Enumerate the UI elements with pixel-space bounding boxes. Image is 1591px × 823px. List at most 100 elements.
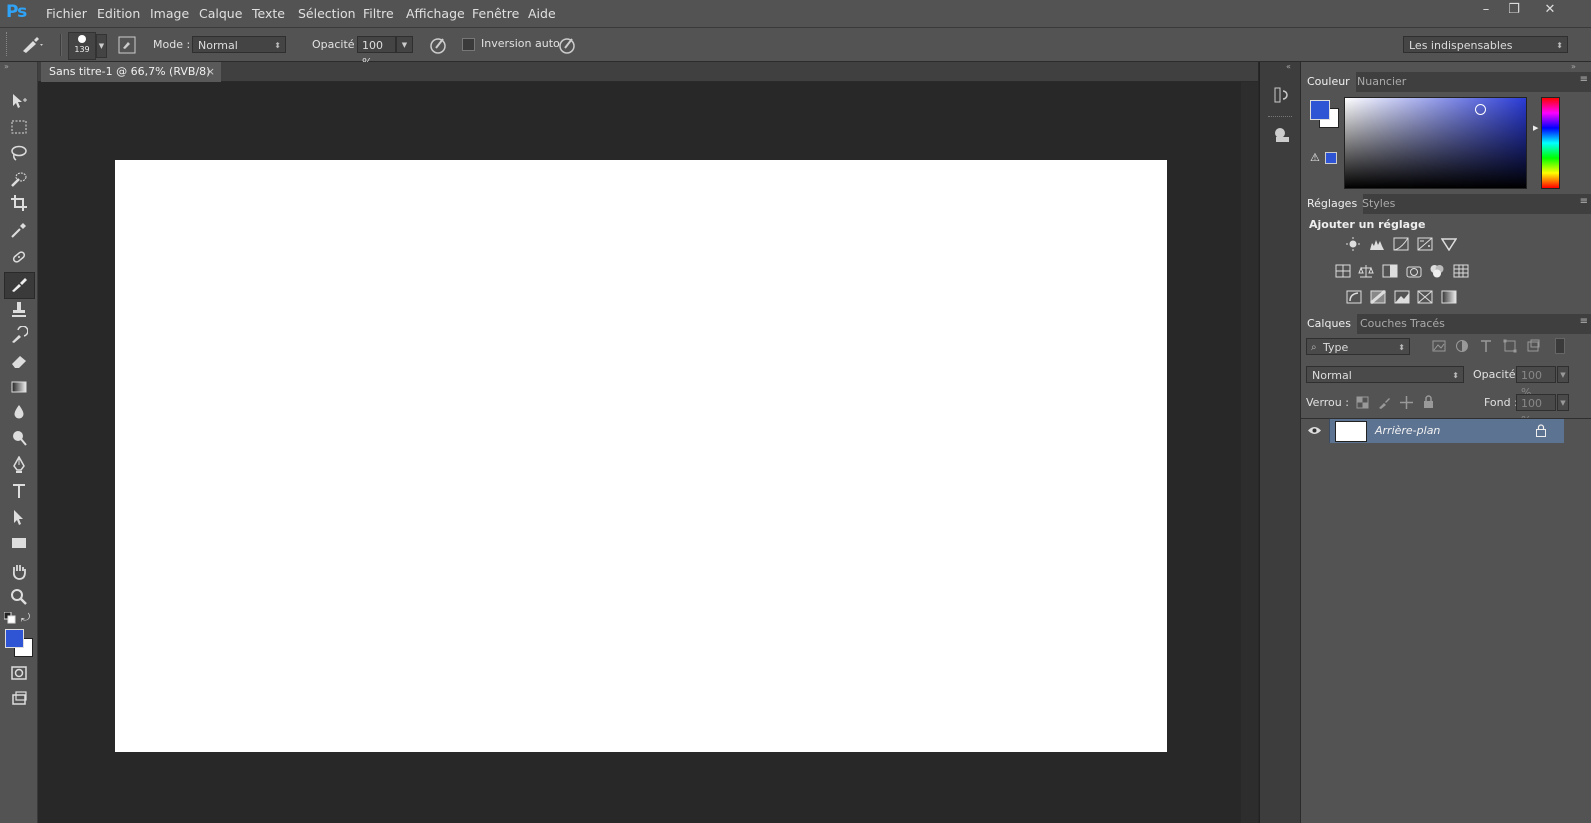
healing-brush-tool-icon[interactable] xyxy=(8,246,30,268)
filter-type-icon[interactable] xyxy=(1479,339,1493,356)
quick-selection-tool-icon[interactable] xyxy=(8,168,30,190)
hue-saturation-icon[interactable] xyxy=(1335,264,1351,278)
eyedropper-tool-icon[interactable] xyxy=(8,219,30,241)
hue-slider-handle-icon[interactable]: ▶ xyxy=(1533,124,1538,132)
visibility-toggle[interactable] xyxy=(1301,419,1330,443)
fill-arrow[interactable]: ▼ xyxy=(1557,394,1569,411)
brush-tool-preset-icon[interactable] xyxy=(20,36,46,57)
pressure-size-icon[interactable] xyxy=(557,35,577,58)
blur-tool-icon[interactable] xyxy=(8,401,30,423)
swap-colors-icon[interactable]: ⤾ xyxy=(21,611,30,625)
path-selection-tool-icon[interactable] xyxy=(8,506,30,528)
tab-styles[interactable]: Styles xyxy=(1356,194,1401,214)
lock-transparency-icon[interactable] xyxy=(1356,396,1369,412)
tab-reglages[interactable]: Réglages xyxy=(1301,194,1364,214)
workspace-select[interactable]: Les indispensables ⬍ xyxy=(1403,36,1568,53)
opacity-dropdown-arrow[interactable]: ▼ xyxy=(396,36,413,53)
default-colors-icon[interactable] xyxy=(3,611,16,627)
dodge-tool-icon[interactable] xyxy=(8,427,30,449)
zoom-tool-icon[interactable] xyxy=(8,586,30,608)
close-button[interactable]: ✕ xyxy=(1538,0,1562,20)
close-document-icon[interactable]: × xyxy=(206,62,215,82)
tab-traces[interactable]: Tracés xyxy=(1404,314,1451,334)
document-tab[interactable]: Sans titre-1 @ 66,7% (RVB/8) × xyxy=(41,62,221,82)
collapse-arrows-icon[interactable]: » xyxy=(4,62,9,71)
brush-panel-toggle-icon[interactable] xyxy=(118,36,136,57)
pen-tool-icon[interactable] xyxy=(8,454,30,476)
vertical-scrollbar[interactable] xyxy=(1241,82,1258,823)
eraser-tool-icon[interactable] xyxy=(8,350,30,372)
gradient-map-icon[interactable] xyxy=(1441,290,1457,304)
selective-color-icon[interactable] xyxy=(1417,290,1433,304)
move-tool-icon[interactable] xyxy=(8,90,30,112)
menu-texte[interactable]: Texte xyxy=(252,6,285,21)
tab-nuancier[interactable]: Nuancier xyxy=(1351,72,1412,92)
layer-row-arriere-plan[interactable]: Arrière-plan xyxy=(1301,419,1564,443)
curves-icon[interactable] xyxy=(1393,237,1409,251)
filter-adjustment-icon[interactable] xyxy=(1455,339,1469,356)
panel-menu-icon[interactable]: ≡ xyxy=(1580,316,1588,327)
color-picker-cursor[interactable] xyxy=(1475,104,1486,115)
hue-slider[interactable] xyxy=(1541,97,1560,189)
gamut-color-swatch[interactable] xyxy=(1325,152,1337,164)
menu-image[interactable]: Image xyxy=(150,6,189,21)
properties-panel-icon[interactable] xyxy=(1273,126,1291,147)
fill-field[interactable]: 100 % xyxy=(1516,394,1556,427)
menu-fichier[interactable]: Fichier xyxy=(46,6,87,21)
levels-icon[interactable] xyxy=(1369,237,1385,251)
crop-tool-icon[interactable] xyxy=(8,192,30,214)
restore-button[interactable]: ❐ xyxy=(1502,0,1526,20)
filter-pixel-icon[interactable] xyxy=(1432,339,1446,356)
history-panel-icon[interactable] xyxy=(1273,86,1291,107)
panel-menu-icon[interactable]: ≡ xyxy=(1580,196,1588,207)
blend-mode-select[interactable]: Normal ⬍ xyxy=(1306,366,1464,383)
filter-shape-icon[interactable] xyxy=(1503,339,1517,356)
opacity-field[interactable]: 100 % xyxy=(357,36,396,69)
layer-opacity-field[interactable]: 100 % xyxy=(1516,366,1556,399)
menu-aide[interactable]: Aide xyxy=(528,6,556,21)
filter-toggle-switch[interactable] xyxy=(1555,338,1565,354)
menu-selection[interactable]: Sélection xyxy=(298,6,356,21)
threshold-icon[interactable] xyxy=(1394,290,1410,304)
gradient-tool-icon[interactable] xyxy=(8,376,30,398)
lock-pixels-icon[interactable] xyxy=(1378,396,1391,412)
color-panel-foreground-swatch[interactable] xyxy=(1310,100,1330,120)
quick-mask-icon[interactable] xyxy=(8,662,30,684)
collapse-arrows-icon[interactable]: « xyxy=(1286,62,1291,71)
clone-stamp-tool-icon[interactable] xyxy=(8,298,30,320)
foreground-color-swatch[interactable] xyxy=(5,629,24,648)
menu-calque[interactable]: Calque xyxy=(199,6,242,21)
brush-size-picker[interactable]: 139 xyxy=(68,32,96,60)
menu-filtre[interactable]: Filtre xyxy=(363,6,394,21)
lock-all-icon[interactable] xyxy=(1422,395,1435,412)
channel-mixer-icon[interactable] xyxy=(1429,264,1445,278)
document-canvas[interactable] xyxy=(115,160,1167,752)
tab-calques[interactable]: Calques xyxy=(1301,314,1357,334)
color-field[interactable] xyxy=(1344,97,1527,189)
mode-select[interactable]: Normal ⬍ xyxy=(192,36,286,53)
filter-smart-object-icon[interactable] xyxy=(1526,339,1540,356)
hand-tool-icon[interactable] xyxy=(8,560,30,582)
invert-icon[interactable] xyxy=(1346,290,1362,304)
menu-affichage[interactable]: Affichage xyxy=(406,6,465,21)
vibrance-icon[interactable] xyxy=(1441,237,1457,251)
color-lookup-icon[interactable] xyxy=(1453,264,1469,278)
black-white-icon[interactable] xyxy=(1382,264,1398,278)
tab-couleur[interactable]: Couleur xyxy=(1301,72,1356,92)
posterize-icon[interactable] xyxy=(1370,290,1386,304)
screen-mode-icon[interactable] xyxy=(8,688,30,710)
pressure-opacity-icon[interactable] xyxy=(428,35,448,58)
color-balance-icon[interactable] xyxy=(1358,264,1374,278)
brush-tool-icon[interactable] xyxy=(8,273,30,295)
lock-position-icon[interactable] xyxy=(1400,396,1413,412)
marquee-tool-icon[interactable] xyxy=(8,116,30,138)
panel-menu-icon[interactable]: ≡ xyxy=(1580,74,1588,85)
inversion-auto-checkbox[interactable] xyxy=(462,38,475,51)
photo-filter-icon[interactable] xyxy=(1406,264,1422,278)
menu-fenetre[interactable]: Fenêtre xyxy=(472,6,519,21)
expand-arrows-icon[interactable]: » xyxy=(1571,62,1576,71)
brush-dropdown-arrow[interactable]: ▼ xyxy=(96,34,107,58)
brightness-icon[interactable] xyxy=(1345,237,1361,251)
minimize-button[interactable]: – xyxy=(1474,0,1498,20)
exposure-icon[interactable] xyxy=(1417,237,1433,251)
